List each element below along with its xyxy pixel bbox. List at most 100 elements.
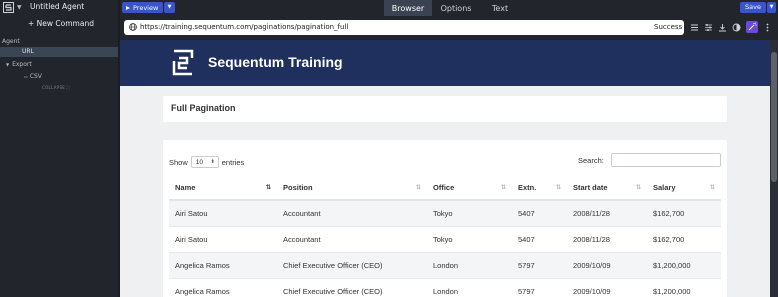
address-bar[interactable]: https://training.sequentum.com/paginatio…: [124, 20, 684, 35]
cell-position: Accountant: [277, 226, 427, 253]
cell-office: Tokyo: [427, 226, 512, 253]
table-card: Show 10 ⬍ entries Search: Name ⇅ Position…: [163, 140, 727, 297]
table-row: Airi Satou Accountant Tokyo 5407 2008/11…: [169, 226, 721, 253]
col-header-label: Office: [433, 183, 455, 192]
sort-icon: ⇅: [265, 185, 271, 191]
cell-extn: 5407: [512, 200, 567, 227]
collapse-button[interactable]: COLLAPSE ⛶: [42, 85, 70, 90]
preview-label: Preview: [133, 3, 159, 12]
col-header-label: Salary: [653, 183, 676, 192]
collapse-label: COLLAPSE: [42, 85, 66, 90]
menu-icon[interactable]: [690, 23, 699, 32]
col-header-salary[interactable]: Salary ⇅: [647, 176, 721, 201]
cell-office: London: [427, 252, 512, 279]
page-title-card: Full Pagination: [163, 96, 727, 122]
table-row: Angelica Ramos Chief Executive Officer (…: [169, 252, 721, 279]
cell-position: Accountant: [277, 200, 427, 227]
save-button[interactable]: Save: [740, 2, 766, 13]
cell-position: Chief Executive Officer (CEO): [277, 252, 427, 279]
col-header-office[interactable]: Office ⇅: [427, 176, 512, 201]
site-name[interactable]: Sequentum Training: [208, 54, 343, 70]
chevron-down-icon: ▼: [167, 4, 172, 10]
col-header-name[interactable]: Name ⇅: [169, 176, 277, 201]
viewport-scrollbar[interactable]: [770, 40, 778, 297]
col-header-extn[interactable]: Extn. ⇅: [512, 176, 567, 201]
sort-icon: ⇅: [500, 185, 506, 191]
preview-dropdown-button[interactable]: ▼: [164, 2, 175, 13]
cell-extn: 5797: [512, 278, 567, 297]
browser-viewport[interactable]: Sequentum Training Full Pagination Show …: [120, 40, 770, 297]
employees-table: Name ⇅ Position ⇅ Office ⇅ Extn. ⇅ Start dat…: [169, 176, 721, 297]
tree-item-label: Export: [12, 61, 32, 68]
entries-select[interactable]: 10 ⬍: [190, 156, 219, 168]
load-status: Success: [654, 23, 683, 31]
col-header-label: Start date: [573, 183, 608, 192]
chevron-down-icon[interactable]: ▼: [6, 62, 9, 67]
col-header-position[interactable]: Position ⇅: [277, 176, 427, 201]
url-text[interactable]: https://training.sequentum.com/paginatio…: [140, 23, 348, 31]
table-row: Airi Satou Accountant Tokyo 5407 2008/11…: [169, 200, 721, 227]
cell-salary: $162,700: [647, 226, 721, 253]
cell-extn: 5797: [512, 252, 567, 279]
cell-name: Airi Satou: [169, 226, 277, 253]
entries-label: entries: [221, 157, 245, 167]
tab-browser[interactable]: Browser: [384, 0, 432, 16]
cell-salary: $1,200,000: [647, 278, 721, 297]
chevron-down-icon[interactable]: ▼: [17, 4, 22, 11]
tree-item-label: URL: [22, 48, 34, 55]
tree-item-url[interactable]: URL: [0, 47, 118, 57]
col-header-label: Name: [175, 183, 196, 192]
cell-start-date: 2009/10/09: [567, 278, 647, 297]
sort-icon: ⇅: [415, 185, 421, 191]
cell-start-date: 2008/11/28: [567, 200, 647, 227]
globe-icon: [129, 23, 137, 31]
play-icon: [126, 5, 130, 10]
table-header-row: Name ⇅ Position ⇅ Office ⇅ Extn. ⇅ Start dat…: [169, 176, 721, 201]
top-toolbar: Preview ▼ Browser Options Text Save ▼: [120, 0, 778, 16]
cell-start-date: 2009/10/09: [567, 252, 647, 279]
new-command-button[interactable]: + New Command: [28, 19, 94, 28]
cell-office: London: [427, 278, 512, 297]
tab-text[interactable]: Text: [480, 0, 520, 16]
agent-panel: ▼ Untitled Agent + New Command Agent URL…: [0, 0, 118, 297]
cell-extn: 5407: [512, 226, 567, 253]
site-logo-icon[interactable]: [172, 49, 194, 76]
scrollbar-thumb[interactable]: [771, 52, 777, 182]
save-dropdown-button[interactable]: ▼: [767, 2, 776, 13]
cell-start-date: 2008/11/28: [567, 226, 647, 253]
tree-item-agent[interactable]: Agent: [2, 38, 20, 45]
cell-position: Chief Executive Officer (CEO): [277, 278, 427, 297]
sort-icon: ⇅: [555, 185, 561, 191]
preview-button[interactable]: Preview: [122, 2, 163, 13]
entries-value: 10: [195, 158, 203, 166]
more-options-icon[interactable]: [763, 23, 772, 32]
address-row: https://training.sequentum.com/paginatio…: [120, 16, 778, 40]
tab-options[interactable]: Options: [432, 0, 480, 16]
tree-item-label: CSV: [29, 73, 42, 80]
cell-name: Angelica Ramos: [169, 278, 277, 297]
tree-item-label: Agent: [2, 38, 20, 45]
filter-icon[interactable]: [704, 23, 713, 32]
search-label: Search:: [578, 156, 604, 165]
show-label: Show: [169, 157, 188, 167]
sort-icon: ⇅: [635, 185, 641, 191]
cell-salary: $162,700: [647, 200, 721, 227]
col-header-start-date[interactable]: Start date ⇅: [567, 176, 647, 201]
folder-icon: ▭: [24, 74, 28, 79]
agent-header: ▼ Untitled Agent: [0, 0, 118, 15]
col-header-label: Extn.: [518, 183, 537, 192]
app-window: ▼ Untitled Agent + New Command Agent URL…: [0, 0, 778, 297]
sequentum-logo-icon: [3, 2, 14, 13]
search-input[interactable]: [611, 153, 721, 167]
agent-title[interactable]: Untitled Agent: [30, 2, 84, 11]
download-icon[interactable]: [718, 23, 727, 32]
site-header: Sequentum Training: [120, 40, 770, 86]
table-row: Angelica Ramos Chief Executive Officer (…: [169, 278, 721, 297]
tree-item-csv[interactable]: ▭ CSV: [24, 73, 42, 80]
contrast-icon[interactable]: [732, 23, 741, 32]
entries-control: Show 10 ⬍ entries: [169, 156, 244, 168]
tree-item-export[interactable]: ▼ Export: [6, 61, 32, 68]
magic-wand-icon[interactable]: [746, 21, 758, 33]
chevron-down-icon: ▼: [769, 4, 774, 10]
collapse-icon: ⛶: [66, 85, 70, 90]
